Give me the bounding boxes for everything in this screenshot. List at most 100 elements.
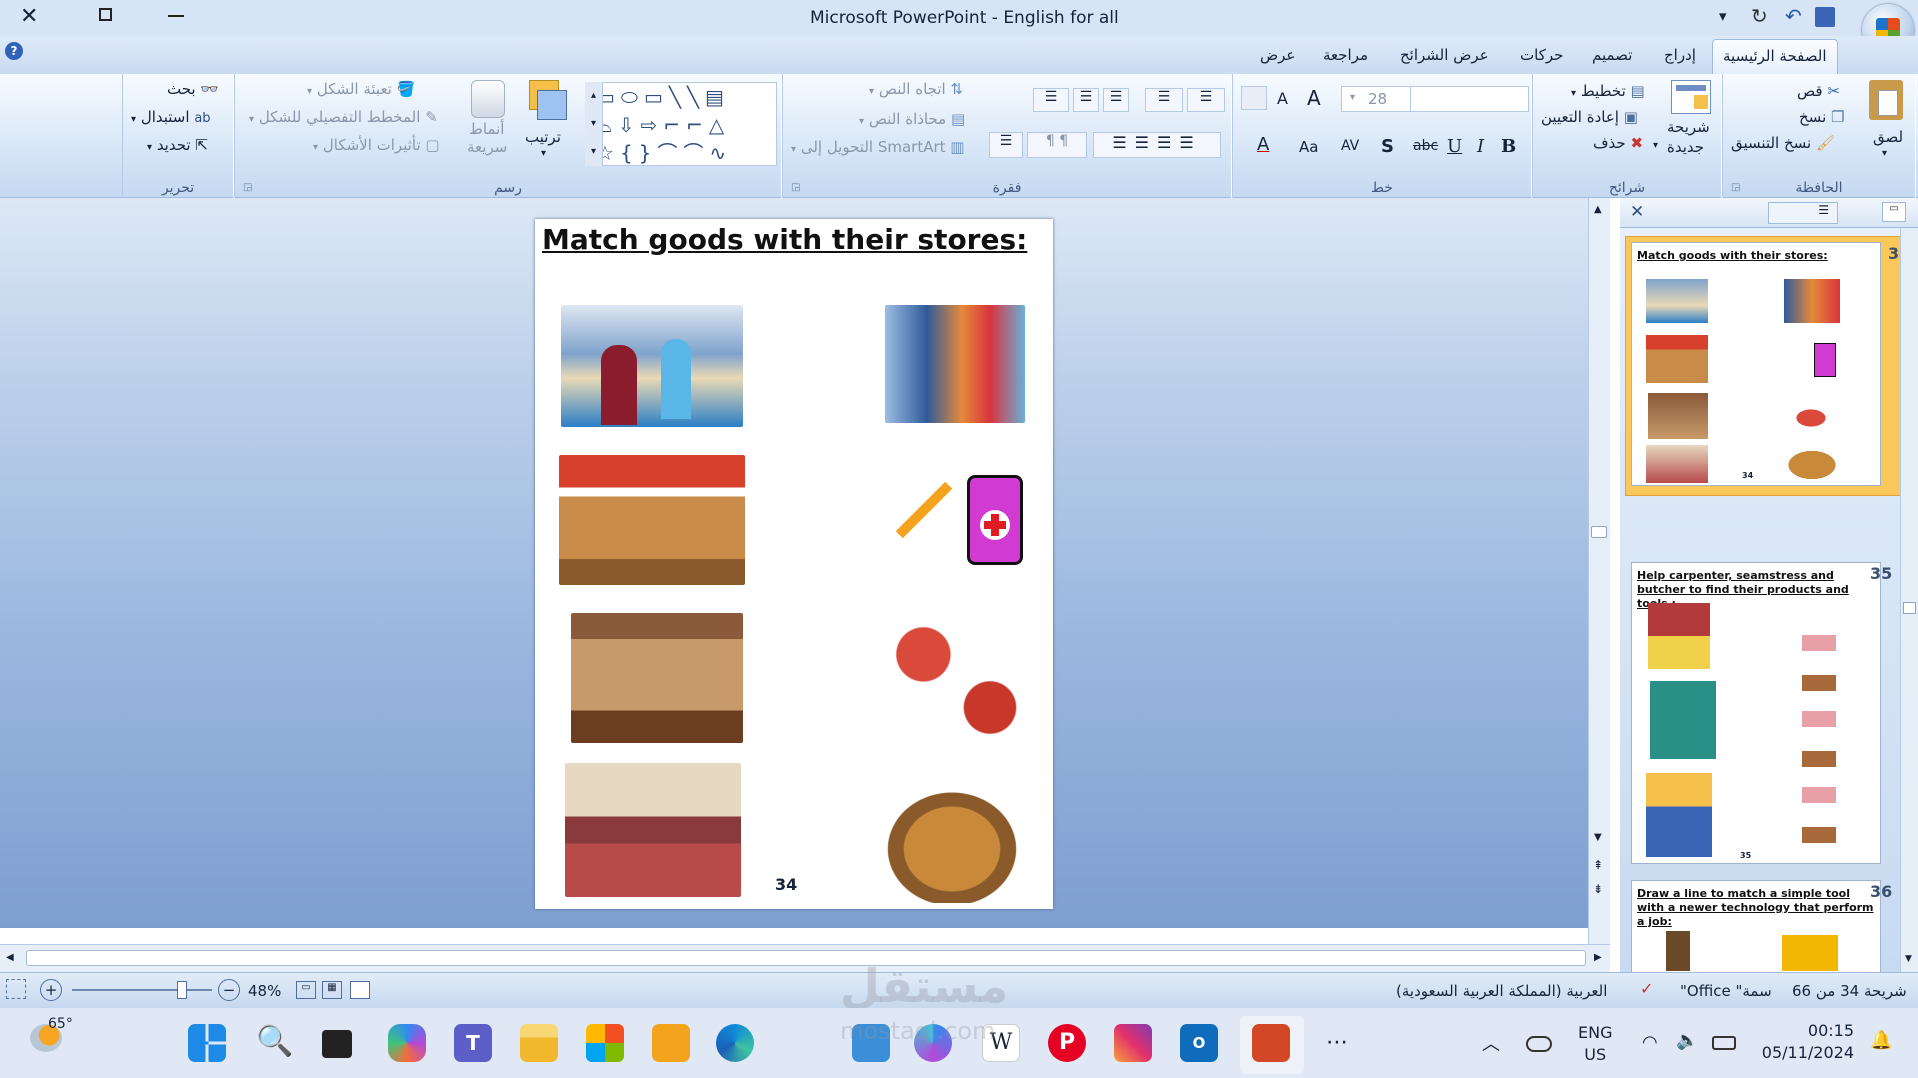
file-explorer-icon[interactable] xyxy=(520,1024,558,1062)
minimize-icon[interactable] xyxy=(168,15,184,17)
pinterest-icon[interactable]: P xyxy=(1048,1024,1086,1062)
select-button[interactable]: ▾ تحديد ⇱ xyxy=(147,136,208,154)
tab-design[interactable]: تصميم xyxy=(1592,46,1632,64)
meat-image[interactable] xyxy=(879,619,1027,737)
clear-formatting-icon[interactable] xyxy=(1241,86,1267,110)
character-spacing-button[interactable]: AV xyxy=(1341,138,1359,154)
medicine-image[interactable] xyxy=(885,465,1025,569)
tab-view[interactable]: عرض xyxy=(1260,46,1295,64)
bakery-image[interactable] xyxy=(559,455,745,585)
slide-thumbnail-34[interactable]: Match goods with their stores: 34 xyxy=(1631,242,1881,486)
slide-thumbnail-35[interactable]: Help carpenter, seamstress and butcher t… xyxy=(1631,562,1881,864)
scroll-thumb[interactable] xyxy=(26,950,1586,966)
teams-icon[interactable]: T xyxy=(454,1024,492,1062)
zoom-slider[interactable] xyxy=(72,981,212,999)
panel-scrollbar[interactable]: ▼ xyxy=(1900,228,1918,972)
slide-sorter-icon[interactable]: ▦ xyxy=(322,981,342,999)
shadow-button[interactable]: S xyxy=(1381,136,1394,157)
columns-button[interactable]: ☰ xyxy=(989,132,1023,158)
scroll-thumb[interactable] xyxy=(1903,602,1916,614)
undo-icon[interactable]: ↶ xyxy=(1785,4,1802,28)
bullets-button[interactable]: ☰ xyxy=(1187,88,1225,112)
close-icon[interactable]: ✕ xyxy=(1630,202,1644,222)
find-button[interactable]: بحث 👓 xyxy=(167,80,219,98)
font-color-button[interactable]: A xyxy=(1257,134,1269,155)
smartart-button[interactable]: ▾ التحويل إلى SmartArt ▥ xyxy=(791,138,964,156)
slide-canvas[interactable]: Match goods with their stores: 34 xyxy=(535,219,1053,909)
butcher-shop-image[interactable] xyxy=(565,763,741,897)
input-language[interactable]: ENG US xyxy=(1578,1022,1612,1066)
change-case-button[interactable]: Aa xyxy=(1299,138,1318,156)
instagram-icon[interactable] xyxy=(1114,1024,1152,1062)
powerpoint-icon[interactable] xyxy=(1252,1024,1290,1062)
tab-review[interactable]: مراجعة xyxy=(1323,46,1368,64)
tab-animations[interactable]: حركات xyxy=(1520,46,1563,64)
notes-pane[interactable] xyxy=(0,928,1588,944)
copilot-icon[interactable] xyxy=(388,1024,426,1062)
grow-font-button[interactable]: A xyxy=(1307,86,1321,110)
scroll-left-icon[interactable]: ◀ xyxy=(6,952,14,963)
increase-indent-button[interactable]: ☰ xyxy=(1073,88,1099,112)
layout-button[interactable]: ▾ تخطيط ▤ xyxy=(1571,82,1645,100)
outlook-icon[interactable]: O xyxy=(1180,1024,1218,1062)
quick-styles-button[interactable]: أنماط سريعة xyxy=(461,78,515,170)
line-icon[interactable]: ╲ xyxy=(687,85,705,109)
text-direction-button[interactable]: ▾ اتجاه النص ⇅ xyxy=(869,80,963,98)
task-view-icon[interactable] xyxy=(322,1030,352,1058)
scroll-down-icon[interactable]: ▼ xyxy=(1594,832,1602,843)
cut-button[interactable]: قص ✂ xyxy=(1797,82,1840,100)
shape-fill-button[interactable]: ▾ تعبئة الشكل 🪣 xyxy=(307,80,415,98)
italic-button[interactable]: I xyxy=(1477,136,1484,157)
connector-icon[interactable]: ⌐ xyxy=(663,113,686,137)
dialog-launcher-icon[interactable]: ◲ xyxy=(1731,182,1740,193)
tab-home[interactable]: الصفحة الرئيسية xyxy=(1712,39,1838,75)
arrow-right-icon[interactable]: ⇨ xyxy=(641,113,664,137)
shape-effects-button[interactable]: ▾ تأثيرات الأشكال ▢ xyxy=(313,136,440,154)
battery-icon[interactable] xyxy=(1712,1036,1736,1050)
outline-tab-icon[interactable]: ☰ xyxy=(1768,202,1838,224)
scroll-up-icon[interactable]: ▲ xyxy=(1594,204,1602,215)
zoom-level[interactable]: 48% xyxy=(248,982,281,1000)
line-spacing-button[interactable]: ☰ xyxy=(1033,88,1069,112)
tray-overflow-icon[interactable]: ︿ xyxy=(1482,1030,1500,1056)
customize-qat-icon[interactable]: ▾ xyxy=(1719,7,1727,25)
slide-thumbnail-36[interactable]: Draw a line to match a simple tool with … xyxy=(1631,880,1881,972)
delete-slide-button[interactable]: حذف ✖ xyxy=(1593,134,1643,152)
scroll-thumb[interactable] xyxy=(1591,526,1607,538)
new-slide-button[interactable]: شريحة جديدة ▾ xyxy=(1653,78,1721,170)
spell-check-icon[interactable]: ✓ xyxy=(1640,979,1653,998)
paste-button[interactable]: لصق ▾ xyxy=(1863,78,1911,168)
zoom-out-button[interactable]: − xyxy=(218,979,240,1001)
clothes-shop-image[interactable] xyxy=(571,613,743,743)
dialog-launcher-icon[interactable]: ◲ xyxy=(243,182,252,193)
replace-button[interactable]: ▾ استبدال ab xyxy=(131,108,211,126)
arc-icon[interactable]: ⌒ xyxy=(657,141,683,165)
gallery-scroll[interactable]: ▴ ▾ ▾ xyxy=(585,82,603,166)
bold-button[interactable]: B xyxy=(1501,136,1516,157)
tab-slideshow[interactable]: عرض الشرائح xyxy=(1400,46,1489,64)
close-icon[interactable]: ✕ xyxy=(20,4,38,29)
language-status[interactable]: العربية (المملكة العربية السعودية) xyxy=(1396,982,1607,1000)
scroll-down-icon[interactable]: ▼ xyxy=(1905,954,1912,964)
editor-horizontal-scrollbar[interactable]: ◀ ▶ xyxy=(0,944,1610,972)
zoom-in-button[interactable]: + xyxy=(40,979,62,1001)
textbox-icon[interactable]: ▤ xyxy=(705,85,730,109)
connector-icon[interactable]: ⌐ xyxy=(686,113,709,137)
shrink-font-button[interactable]: A xyxy=(1277,89,1288,108)
clothes-image[interactable] xyxy=(885,305,1025,423)
redo-icon[interactable]: ↻ xyxy=(1751,4,1768,28)
edge-icon[interactable] xyxy=(716,1024,754,1062)
align-right-button[interactable]: ☰☰☰☰ xyxy=(1093,132,1221,158)
rtl-ltr-button[interactable]: ¶ ¶ xyxy=(1027,132,1087,158)
next-slide-icon[interactable]: ⇟ xyxy=(1593,882,1603,896)
shapes-gallery[interactable]: ▭⬭▭╲╲▤ ⌓⇩⇨⌐⌐△ ☆{}⌒⌒∿ xyxy=(585,82,777,166)
save-icon[interactable] xyxy=(1815,7,1835,27)
clock[interactable]: 00:15 05/11/2024 xyxy=(1758,1020,1854,1064)
numbering-button[interactable]: ☰ xyxy=(1145,88,1183,112)
search-icon[interactable]: 🔍 xyxy=(256,1024,294,1062)
arrow-down-icon[interactable]: ⇩ xyxy=(618,113,641,137)
wifi-icon[interactable]: ◠ xyxy=(1642,1032,1658,1053)
underline-button[interactable]: U xyxy=(1447,136,1462,157)
scroll-right-icon[interactable]: ▶ xyxy=(1594,952,1602,963)
slides-tab-icon[interactable]: ▭ xyxy=(1882,202,1906,222)
